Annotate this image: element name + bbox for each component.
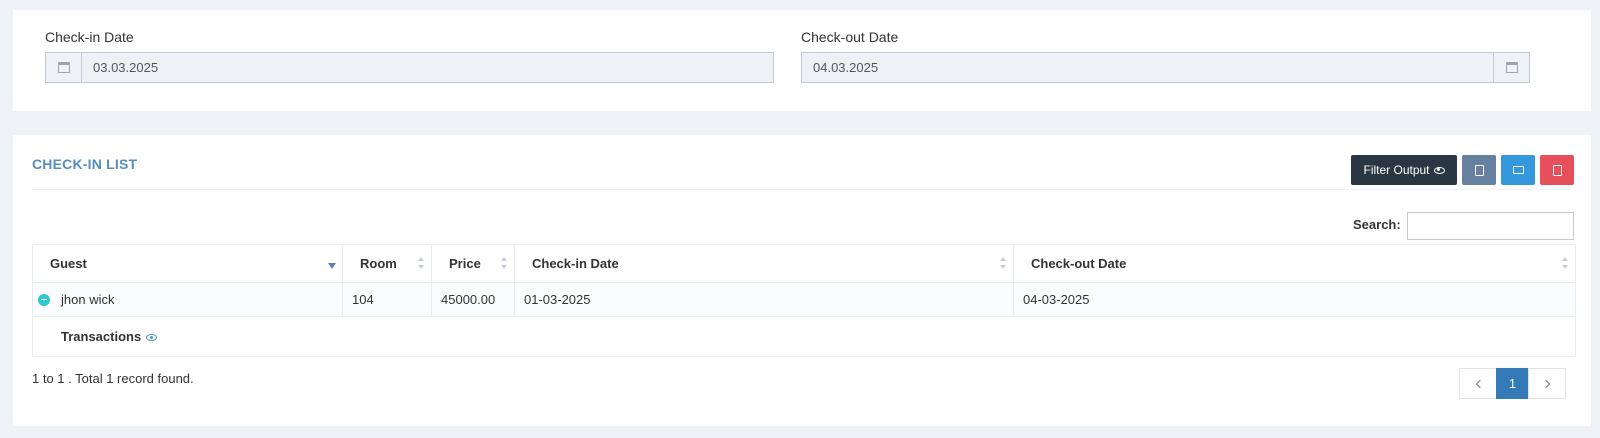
export-pdf-button[interactable] <box>1540 155 1574 185</box>
column-header-price[interactable]: Price <box>431 244 515 283</box>
sort-icon <box>1562 257 1569 269</box>
search-input[interactable] <box>1407 212 1574 240</box>
calendar-icon[interactable] <box>1493 53 1529 82</box>
chevron-right-icon <box>1541 379 1550 388</box>
transactions-cell: Transactions <box>32 316 1576 357</box>
column-header-checkin-date[interactable]: Check-in Date <box>514 244 1014 283</box>
checkout-date-value[interactable]: 04.03.2025 <box>802 53 1493 82</box>
file-excel-icon <box>1474 164 1484 176</box>
chevron-left-icon <box>1475 379 1484 388</box>
table-info: 1 to 1 . Total 1 record found. <box>32 371 194 386</box>
column-header-room[interactable]: Room <box>342 244 432 283</box>
table-row[interactable]: jhon wick 104 45000.00 01-03-2025 04-03-… <box>32 282 1576 317</box>
price-cell: 45000.00 <box>431 282 515 317</box>
date-filter-panel: Check-in Date 03.03.2025 Check-out Date … <box>13 10 1591 111</box>
checkin-date-field[interactable]: 03.03.2025 <box>45 52 774 83</box>
sort-icon <box>501 257 508 269</box>
eye-icon <box>1433 166 1445 174</box>
checkout-date-field[interactable]: 04.03.2025 <box>801 52 1530 83</box>
checkin-table: Guest Room Price Check-in Date Check-out… <box>32 244 1576 357</box>
collapse-row-icon[interactable] <box>38 293 50 306</box>
checkin-list-panel: CHECK-IN LIST Filter Output Search: Gues… <box>13 135 1591 426</box>
filter-output-button[interactable]: Filter Output <box>1351 155 1457 185</box>
column-header-guest[interactable]: Guest <box>32 244 343 283</box>
checkout-date-label: Check-out Date <box>801 29 899 45</box>
sort-icon <box>1000 257 1007 269</box>
table-header-row: Guest Room Price Check-in Date Check-out… <box>32 244 1576 283</box>
room-cell: 104 <box>342 282 432 317</box>
search-label: Search: <box>1353 217 1401 232</box>
column-header-checkout-date[interactable]: Check-out Date <box>1013 244 1576 283</box>
pagination: 1 <box>1459 368 1566 399</box>
export-excel-button[interactable] <box>1462 155 1496 185</box>
next-page-button[interactable] <box>1528 368 1566 399</box>
checkout-date-cell: 04-03-2025 <box>1013 282 1576 317</box>
list-title: CHECK-IN LIST <box>32 156 138 172</box>
printer-icon <box>1512 166 1524 174</box>
eye-icon[interactable] <box>146 334 158 342</box>
file-pdf-icon <box>1552 164 1562 176</box>
print-button[interactable] <box>1501 155 1535 185</box>
checkin-date-label: Check-in Date <box>45 29 134 45</box>
child-row: Transactions <box>32 316 1576 357</box>
transactions-label[interactable]: Transactions <box>61 329 141 344</box>
checkin-date-cell: 01-03-2025 <box>514 282 1014 317</box>
sort-desc-icon <box>328 263 336 269</box>
checkin-date-value[interactable]: 03.03.2025 <box>82 53 773 82</box>
calendar-icon[interactable] <box>46 53 82 82</box>
sort-icon <box>418 257 425 269</box>
guest-cell: jhon wick <box>32 282 343 317</box>
page-button[interactable]: 1 <box>1496 368 1529 399</box>
prev-page-button[interactable] <box>1459 368 1497 399</box>
title-divider <box>32 189 1572 190</box>
filter-output-label: Filter Output <box>1363 163 1430 177</box>
